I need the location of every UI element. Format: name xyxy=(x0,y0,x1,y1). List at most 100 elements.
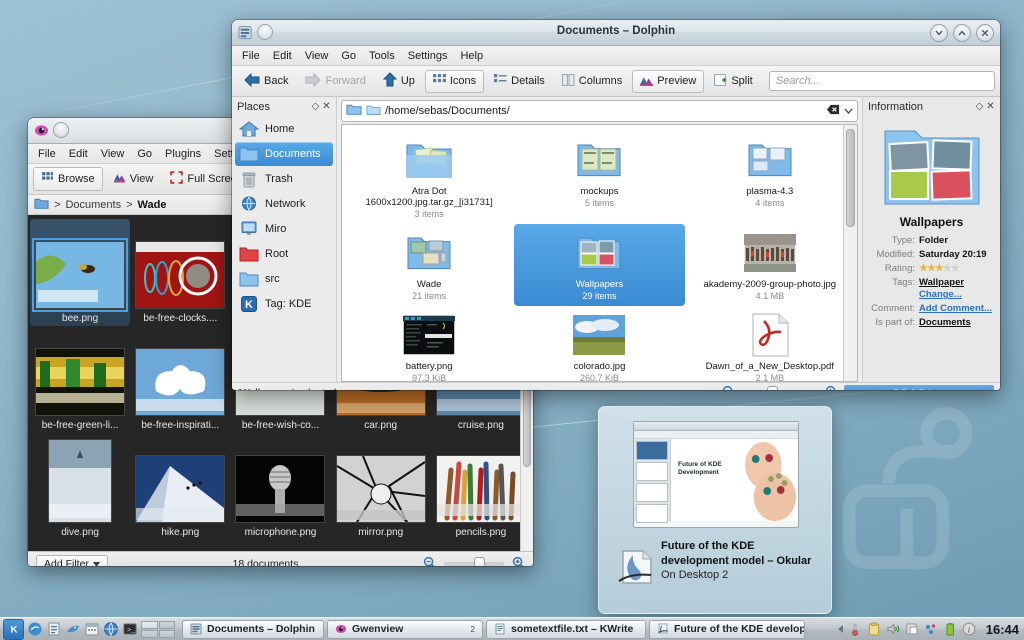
list-item[interactable]: microphone.png xyxy=(230,433,330,540)
task-gwenview[interactable]: Gwenview 2 xyxy=(327,619,483,639)
terminal-icon[interactable]: >_ xyxy=(122,621,138,637)
search-input[interactable]: Search... xyxy=(768,71,995,91)
taskbar[interactable]: K >_ Documents – Dolphin Gwenview 2 some… xyxy=(0,617,1024,640)
list-item[interactable]: bee.png xyxy=(30,219,131,326)
chevron-down-icon[interactable] xyxy=(844,105,853,117)
add-comment-link[interactable]: Add Comment... xyxy=(919,303,992,314)
breadcrumb-wade[interactable]: Wade xyxy=(138,199,167,211)
view-button[interactable]: View xyxy=(106,168,161,190)
zoom-in-icon[interactable] xyxy=(512,556,525,566)
places-list[interactable]: Home Documents Trash Network Miro Root s… xyxy=(232,115,336,319)
volume-icon[interactable] xyxy=(886,622,900,636)
clock[interactable]: 16:44 xyxy=(981,622,1023,637)
gwenview-statusbar[interactable]: Add Filter 18 documents xyxy=(28,551,533,566)
dolphin-scrollbar-thumb[interactable] xyxy=(846,129,855,227)
file-item[interactable]: plasma-4.3 4 items xyxy=(685,131,855,224)
firefox-icon[interactable] xyxy=(27,621,43,637)
task-list[interactable]: Documents – Dolphin Gwenview 2 sometextf… xyxy=(182,619,805,639)
details-view-button[interactable]: Details xyxy=(487,71,552,92)
dolphin-zoom-handle[interactable] xyxy=(767,386,778,390)
gwenview-menu-edit[interactable]: Edit xyxy=(63,146,94,162)
calendar-icon[interactable] xyxy=(84,621,100,637)
bluetooth-icon[interactable] xyxy=(924,622,938,636)
sidebar-item-documents[interactable]: Documents xyxy=(235,142,333,166)
file-item-selected[interactable]: Wallpapers 29 items xyxy=(514,223,685,306)
clipboard-icon[interactable] xyxy=(867,622,881,636)
menu-help[interactable]: Help xyxy=(454,48,489,64)
url-path-text[interactable]: /home/sebas/Documents/ xyxy=(385,105,823,117)
thumbnail-clouds[interactable] xyxy=(135,348,226,416)
file-item[interactable]: colorado.jpg 260.7 KiB xyxy=(514,306,684,381)
thumbnail-dive[interactable] xyxy=(48,439,113,523)
okular-task-preview-popup[interactable]: Future of KDE Development Future of the … xyxy=(598,406,832,614)
places-float-icon[interactable]: ◇ xyxy=(310,101,321,112)
zoom-out-icon[interactable] xyxy=(423,556,436,566)
sidebar-item-home[interactable]: Home xyxy=(235,117,333,141)
icons-view-button[interactable]: Icons xyxy=(424,69,485,93)
minimize-button[interactable] xyxy=(930,24,948,42)
menu-view[interactable]: View xyxy=(299,48,335,64)
columns-view-button[interactable]: Columns xyxy=(555,71,629,92)
list-item[interactable]: be-free-clocks.... xyxy=(130,219,230,326)
menu-go[interactable]: Go xyxy=(335,48,362,64)
task-dolphin[interactable]: Documents – Dolphin xyxy=(182,619,324,639)
add-filter-button[interactable]: Add Filter xyxy=(36,555,108,566)
thumbnail-green-lights[interactable] xyxy=(35,348,126,416)
file-grid[interactable]: Atra Dot 1600x1200.jpg.tar.gz_[i31731] 3… xyxy=(342,125,857,381)
battery-icon[interactable] xyxy=(943,622,957,636)
thumbnail-clocks[interactable] xyxy=(135,241,226,309)
web-icon[interactable] xyxy=(103,621,119,637)
dolphin-icon[interactable] xyxy=(65,621,81,637)
split-button[interactable]: Split xyxy=(707,71,759,92)
information-panel[interactable]: Information ◇ ✕ Wallpapers Type: Folder xyxy=(862,97,1000,382)
part-of-link[interactable]: Documents xyxy=(919,317,971,328)
dolphin-menubar[interactable]: File Edit View Go Tools Settings Help xyxy=(232,46,1000,66)
document-icon[interactable] xyxy=(46,621,62,637)
places-close-icon[interactable]: ✕ xyxy=(321,101,332,112)
system-tray[interactable]: i 16:44 xyxy=(837,622,1024,637)
desktop-pager[interactable] xyxy=(141,620,175,638)
pager-desktop-1[interactable] xyxy=(141,620,158,629)
gwenview-title-extra-button[interactable] xyxy=(53,122,69,138)
file-item[interactable]: Dawn_of_a_New_Desktop.pdf 2.1 MB xyxy=(685,306,855,381)
dolphin-window-buttons[interactable] xyxy=(930,24,994,42)
thumbnail-microphone[interactable] xyxy=(235,455,326,523)
list-item[interactable]: pencils.png xyxy=(431,433,531,540)
forward-button[interactable]: Forward xyxy=(298,70,372,93)
tray-expand-icon[interactable] xyxy=(837,625,843,633)
pager-desktop-2[interactable] xyxy=(158,620,175,629)
dolphin-scrollbar[interactable] xyxy=(843,125,857,381)
dolphin-window[interactable]: Documents – Dolphin File Edit View Go To… xyxy=(232,20,1000,390)
sidebar-item-miro[interactable]: Miro xyxy=(235,217,333,241)
gwenview-menu-file[interactable]: File xyxy=(32,146,62,162)
thumbnail-pencils[interactable] xyxy=(435,455,526,523)
file-item[interactable]: battery.png 97.3 KiB xyxy=(344,306,514,381)
change-tags-link[interactable]: Change... xyxy=(919,289,962,300)
notes-icon[interactable] xyxy=(905,622,919,636)
file-item[interactable]: Wade 21 items xyxy=(344,224,514,306)
menu-edit[interactable]: Edit xyxy=(267,48,298,64)
pager-desktop-4[interactable] xyxy=(158,629,175,638)
list-item[interactable]: be-free-inspirati... xyxy=(130,326,230,433)
information-float-icon[interactable]: ◇ xyxy=(974,101,985,112)
file-item[interactable]: Atra Dot 1600x1200.jpg.tar.gz_[i31731] 3… xyxy=(344,131,514,224)
zoom-out-icon[interactable] xyxy=(722,385,735,390)
menu-tools[interactable]: Tools xyxy=(363,48,401,64)
tag-value-link[interactable]: Wallpaper xyxy=(919,277,964,288)
file-item[interactable]: mockups 5 items xyxy=(514,131,684,224)
list-item[interactable]: mirror.png xyxy=(331,433,431,540)
clear-url-icon[interactable] xyxy=(827,104,840,118)
list-item[interactable]: be-free-green-li... xyxy=(30,326,130,433)
file-icon-view[interactable]: Atra Dot 1600x1200.jpg.tar.gz_[i31731] 3… xyxy=(341,124,858,382)
gwenview-menu-go[interactable]: Go xyxy=(131,146,158,162)
places-panel[interactable]: Places ◇ ✕ Home Documents Trash Network … xyxy=(232,97,337,382)
thumbnail-bee[interactable] xyxy=(32,238,129,312)
gwenview-menu-plugins[interactable]: Plugins xyxy=(159,146,207,162)
gwenview-menu-view[interactable]: View xyxy=(95,146,131,162)
breadcrumb-documents[interactable]: Documents xyxy=(65,199,121,211)
preview-button[interactable]: Preview xyxy=(632,69,705,93)
gwenview-zoom-handle[interactable] xyxy=(474,557,485,566)
gwenview-zoom-slider[interactable] xyxy=(444,557,504,566)
maximize-button[interactable] xyxy=(953,24,971,42)
menu-file[interactable]: File xyxy=(236,48,266,64)
